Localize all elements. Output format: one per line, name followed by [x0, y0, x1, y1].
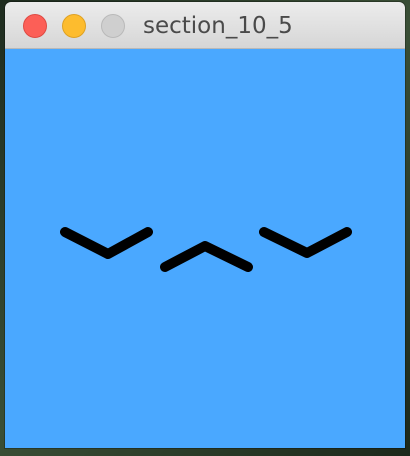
app-window: section_10_5	[5, 2, 405, 448]
close-button[interactable]	[23, 14, 47, 38]
window-title: section_10_5	[143, 13, 293, 39]
minimize-button[interactable]	[62, 14, 86, 38]
title-bar[interactable]: section_10_5	[5, 2, 405, 49]
sketch-svg	[5, 49, 405, 448]
sketch-canvas	[5, 49, 405, 448]
zoom-button[interactable]	[101, 14, 125, 38]
